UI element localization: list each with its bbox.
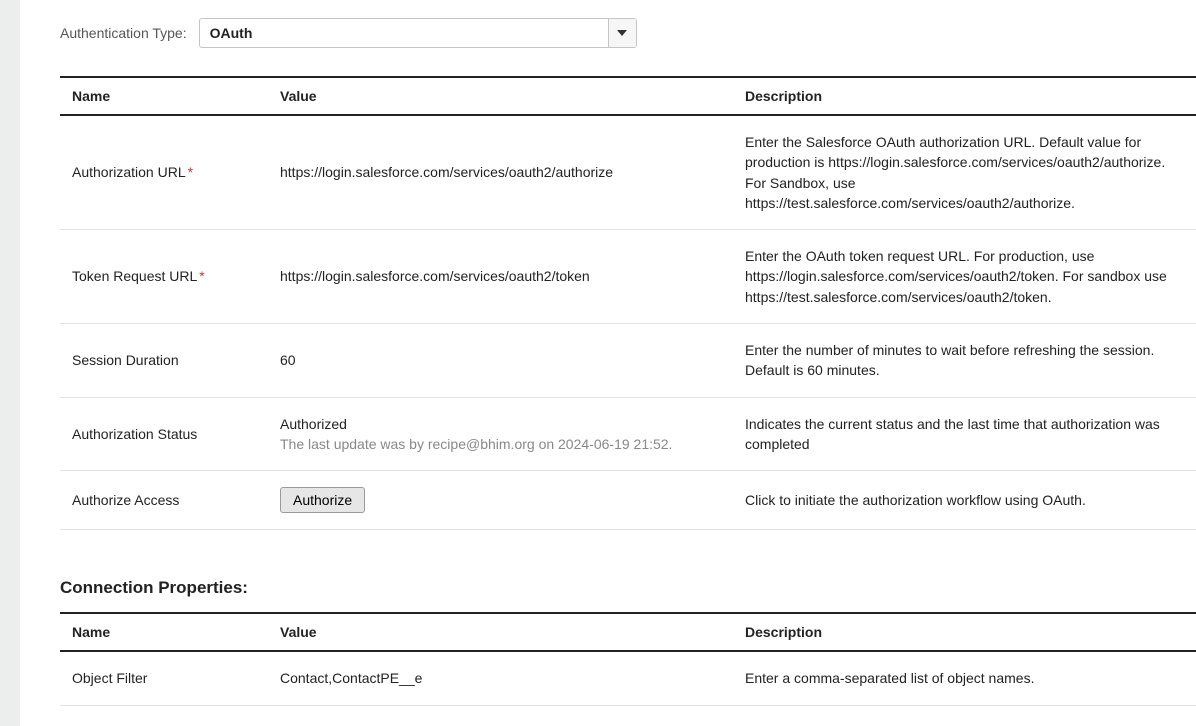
prop-value: Authorized The last update was by recipe…	[268, 397, 733, 471]
auth-type-row: Authentication Type: OAuth	[20, 0, 1196, 76]
prop-name: Token Request URL*	[60, 230, 268, 324]
prop-description: Indicates the current status and the las…	[733, 397, 1196, 471]
auth-type-label: Authentication Type:	[60, 25, 187, 41]
col-header-description: Description	[733, 613, 1196, 651]
col-header-name: Name	[60, 77, 268, 115]
prop-value: Contact,ContactPE__e	[268, 651, 733, 705]
table-row: Object Filter Contact,ContactPE__e Enter…	[60, 651, 1196, 705]
table-row: Token Request URL* https://login.salesfo…	[60, 230, 1196, 324]
col-header-description: Description	[733, 77, 1196, 115]
prop-description: Click to initiate the authorization work…	[733, 471, 1196, 530]
auth-type-value: OAuth	[200, 19, 608, 47]
table-header-row: Name Value Description	[60, 613, 1196, 651]
prop-value: https://login.salesforce.com/services/oa…	[268, 115, 733, 230]
table-row: Authorization Status Authorized The last…	[60, 397, 1196, 471]
prop-value: 60	[268, 324, 733, 398]
prop-description: Enter a comma-separated list of object n…	[733, 651, 1196, 705]
table-row: Session Duration 60 Enter the number of …	[60, 324, 1196, 398]
table-row: Authorize Access Authorize Click to init…	[60, 471, 1196, 530]
table-row: Authorization URL* https://login.salesfo…	[60, 115, 1196, 230]
chevron-down-icon	[608, 19, 636, 47]
prop-name: Authorization URL*	[60, 115, 268, 230]
status-subtext: The last update was by recipe@bhim.org o…	[280, 434, 721, 454]
auth-type-select[interactable]: OAuth	[199, 18, 637, 48]
prop-name: Authorize Access	[60, 471, 268, 530]
connection-properties-title: Connection Properties:	[60, 578, 1196, 598]
prop-name: Authorization Status	[60, 397, 268, 471]
prop-name: Session Duration	[60, 324, 268, 398]
connection-properties-table: Name Value Description Object Filter Con…	[60, 612, 1196, 705]
table-header-row: Name Value Description	[60, 77, 1196, 115]
page-container: Authentication Type: OAuth Name Value De…	[20, 0, 1196, 726]
prop-value: Authorize	[268, 471, 733, 530]
col-header-name: Name	[60, 613, 268, 651]
auth-properties-table: Name Value Description Authorization URL…	[60, 76, 1196, 530]
col-header-value: Value	[268, 613, 733, 651]
prop-description: Enter the OAuth token request URL. For p…	[733, 230, 1196, 324]
prop-description: Enter the Salesforce OAuth authorization…	[733, 115, 1196, 230]
col-header-value: Value	[268, 77, 733, 115]
prop-name: Object Filter	[60, 651, 268, 705]
prop-description: Enter the number of minutes to wait befo…	[733, 324, 1196, 398]
prop-value: https://login.salesforce.com/services/oa…	[268, 230, 733, 324]
authorize-button[interactable]: Authorize	[280, 487, 365, 513]
